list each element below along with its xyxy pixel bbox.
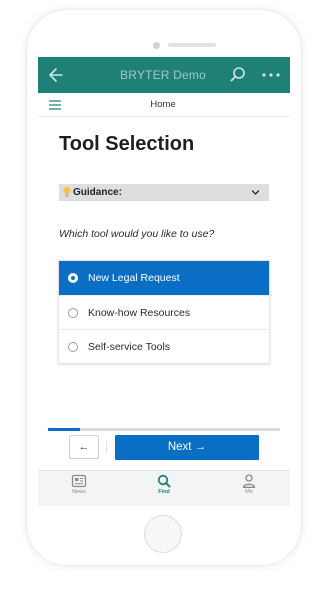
tab-label: Find — [158, 489, 170, 495]
app-bar: BRYTER Demo — [38, 57, 290, 93]
button-divider — [106, 441, 107, 453]
radio-unselected[interactable] — [68, 342, 78, 352]
user-icon — [242, 474, 256, 488]
radio-selected[interactable] — [68, 273, 78, 283]
more-options-icon[interactable] — [260, 65, 282, 85]
option-label: Self-service Tools — [88, 341, 171, 353]
news-icon — [71, 474, 87, 488]
option-know-how-resources[interactable]: Know-how Resources — [59, 295, 269, 329]
menu-icon[interactable] — [48, 99, 62, 111]
lightbulb-icon — [63, 186, 71, 197]
tab-news[interactable]: News — [49, 474, 109, 495]
tab-label: Me — [245, 489, 253, 495]
tab-find[interactable]: Find — [134, 474, 194, 495]
page-title: Tool Selection — [59, 133, 195, 155]
next-button[interactable]: Next → — [115, 435, 259, 460]
option-new-legal-request[interactable]: New Legal Request — [59, 261, 269, 295]
radio-unselected[interactable] — [68, 308, 78, 318]
app-title: BRYTER Demo — [119, 68, 206, 82]
question-text: Which tool would you like to use? — [59, 228, 215, 240]
search-icon — [157, 474, 171, 488]
progress-fill — [48, 428, 81, 431]
tool-options-list: New Legal Request Know-how Resources Sel… — [58, 260, 270, 364]
camera-dot — [153, 42, 160, 49]
tab-me[interactable]: Me — [219, 474, 279, 495]
speaker-slot — [168, 43, 216, 47]
app-screen: BRYTER Demo Home Tool Selection Guidance… — [38, 57, 290, 506]
guidance-accordion[interactable]: Guidance: — [59, 184, 269, 201]
tab-label: News — [72, 489, 86, 495]
progress-bar — [48, 428, 280, 431]
search-icon[interactable] — [228, 65, 248, 85]
option-label: Know-how Resources — [88, 307, 191, 319]
chevron-down-icon[interactable] — [251, 188, 260, 197]
option-self-service-tools[interactable]: Self-service Tools — [59, 329, 269, 363]
breadcrumb-home[interactable]: Home — [98, 99, 228, 110]
back-arrow-icon[interactable] — [46, 65, 66, 85]
guidance-label: Guidance: — [73, 187, 122, 198]
bottom-tab-bar: News Find Me — [38, 470, 290, 506]
previous-button[interactable]: ← — [69, 435, 99, 459]
option-label: New Legal Request — [88, 272, 180, 284]
home-button[interactable] — [144, 515, 182, 553]
sub-navigation: Home — [38, 93, 290, 117]
